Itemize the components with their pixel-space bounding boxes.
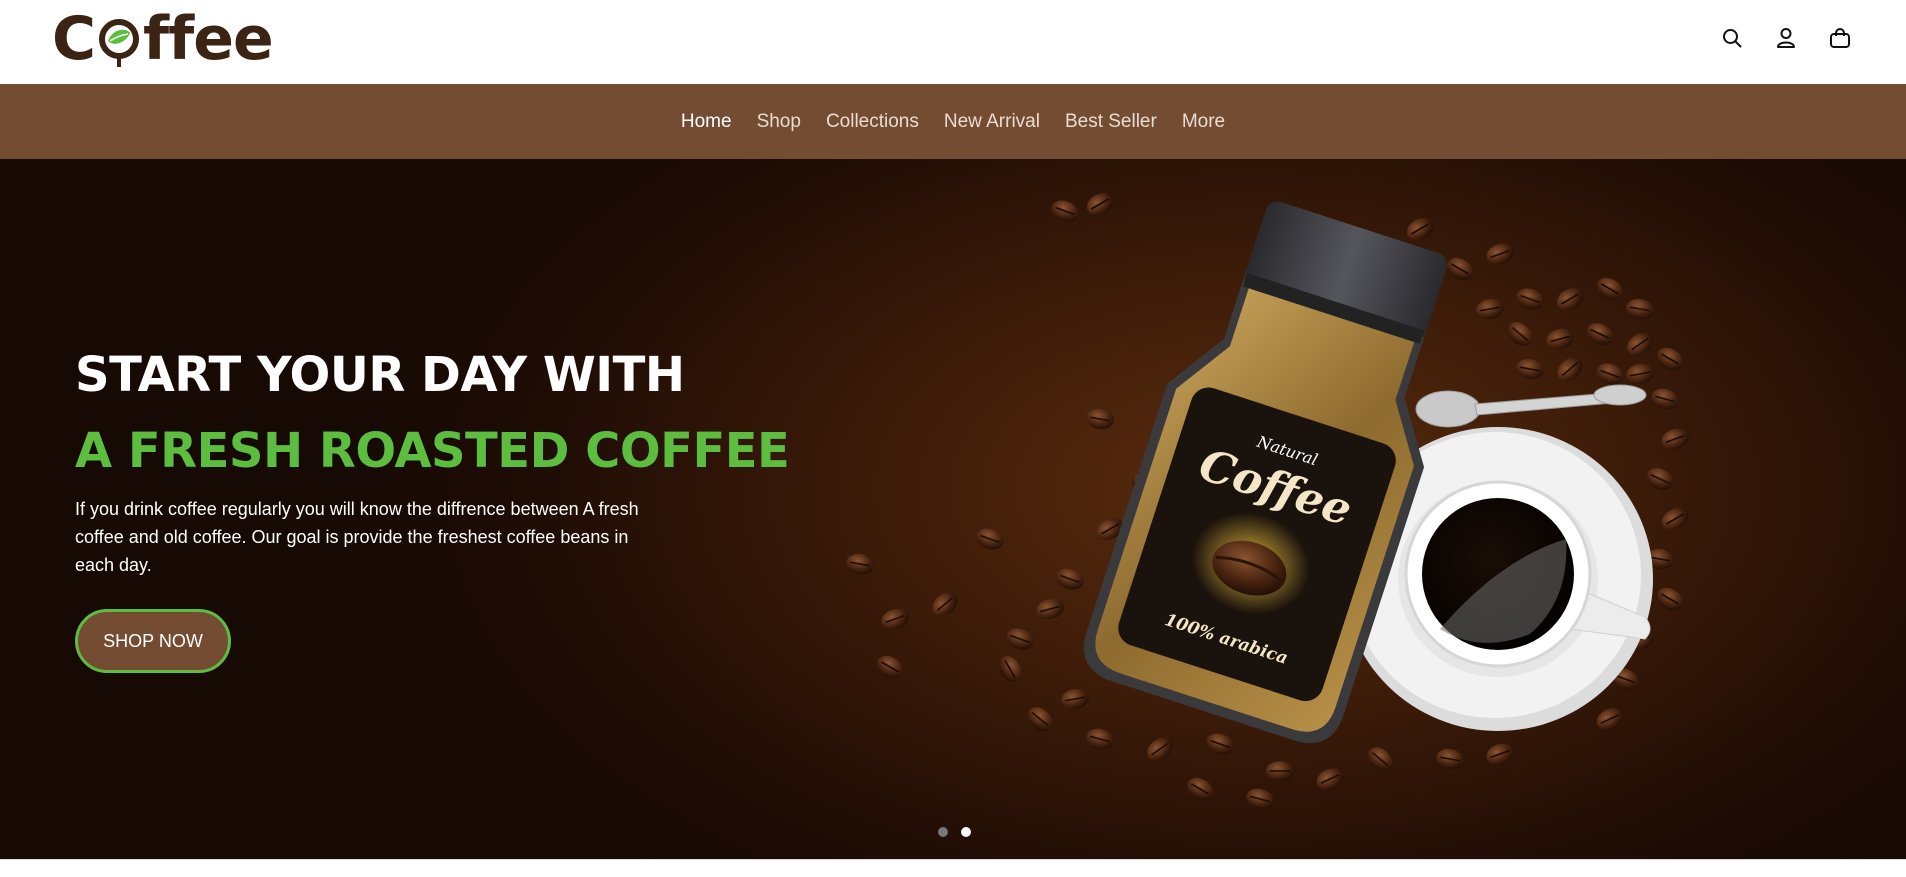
spoon xyxy=(1415,384,1647,428)
logo-letter-c: C xyxy=(52,4,96,74)
nav-item-new-arrival[interactable]: New Arrival xyxy=(944,111,1040,133)
page-bottom-edge xyxy=(0,859,1906,877)
main-nav: Home Shop Collections New Arrival Best S… xyxy=(0,84,1906,159)
nav-item-collections[interactable]: Collections xyxy=(826,111,919,133)
logo[interactable]: C ffee xyxy=(52,4,274,75)
user-icon[interactable] xyxy=(1772,24,1800,52)
hero-title-line1: START YOUR DAY WITH xyxy=(75,347,685,403)
slider-dot-2[interactable] xyxy=(961,827,971,837)
hero-coffee-illustration: Natural Coffee 100% arabica xyxy=(846,192,1689,810)
logo-letters: ffee xyxy=(143,4,274,74)
logo-leaf-icon xyxy=(96,15,142,75)
shop-now-button[interactable]: SHOP NOW xyxy=(75,609,231,673)
nav-item-home[interactable]: Home xyxy=(681,111,732,133)
bag-icon[interactable] xyxy=(1826,24,1854,52)
slider-dots xyxy=(938,827,971,837)
nav-item-shop[interactable]: Shop xyxy=(757,111,801,133)
hero-banner: Natural Coffee 100% arabica START YOUR D… xyxy=(0,159,1906,859)
header-actions xyxy=(1718,24,1854,52)
hero-title-line2: A FRESH ROASTED COFFEE xyxy=(75,423,790,479)
nav-item-more[interactable]: More xyxy=(1182,111,1225,133)
site-header: C ffee xyxy=(0,0,1906,84)
search-icon[interactable] xyxy=(1718,24,1746,52)
hero-description: If you drink coffee regularly you will k… xyxy=(75,499,639,575)
nav-item-best-seller[interactable]: Best Seller xyxy=(1065,111,1157,133)
slider-dot-1[interactable] xyxy=(938,827,948,837)
